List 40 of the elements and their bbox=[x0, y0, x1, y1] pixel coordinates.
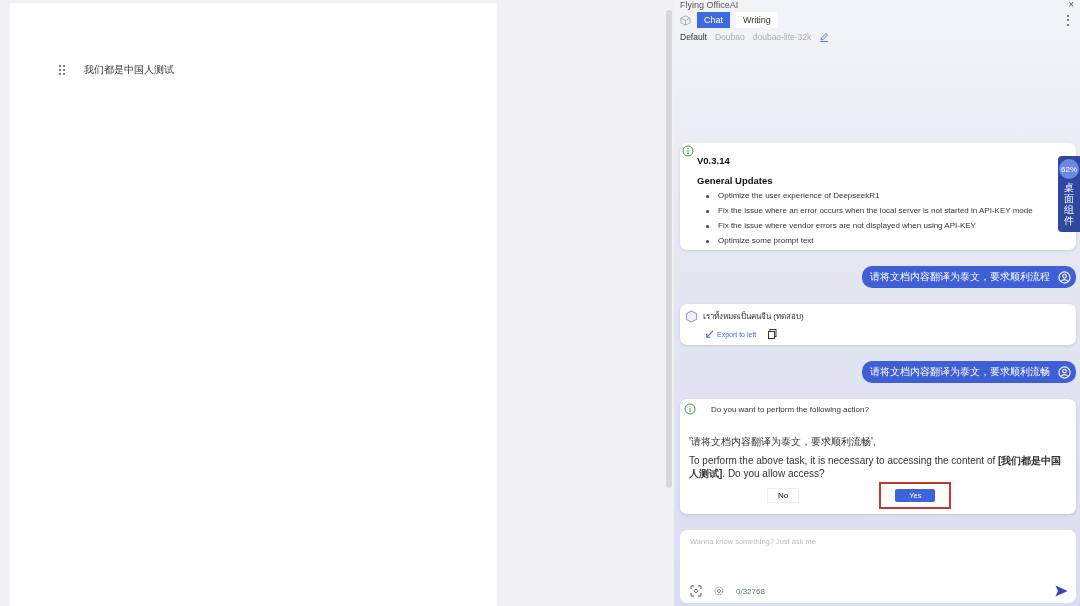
document-text: 我们都是中国人测试 bbox=[84, 63, 174, 77]
send-icon[interactable] bbox=[1055, 585, 1068, 597]
edit-icon[interactable] bbox=[819, 32, 830, 42]
quoted-request: '请将文档内容翻译为泰文，要求顺利流畅', bbox=[688, 435, 877, 449]
desktop-widget[interactable]: 62% 桌面组件 bbox=[1058, 156, 1080, 232]
message-text: 请将文档内容翻译为泰文，要求顺利流程 bbox=[870, 270, 1050, 284]
confirm-text: To perform the above task, it is necessary to accessing the content of [我们都是中国人测试]. Do you allow access? bbox=[688, 454, 1063, 480]
bot-avatar-icon bbox=[685, 310, 698, 323]
section-heading: General Updates bbox=[697, 175, 774, 186]
confirm-question: Do you want to perform the following action? bbox=[711, 404, 869, 414]
preset-label[interactable]: Default bbox=[680, 32, 707, 42]
character-counter: 0/32768 bbox=[736, 586, 765, 596]
bullet-icon bbox=[706, 209, 709, 213]
bullet-icon bbox=[706, 224, 709, 228]
update-item: Fix the issue where vendor errors are not displayed when using API-KEY bbox=[718, 221, 976, 231]
tab[interactable]: Chat bbox=[697, 12, 730, 28]
widget-label: 桌面组件 bbox=[1064, 182, 1074, 226]
more-icon[interactable]: ⋮ bbox=[1062, 13, 1074, 27]
update-item: Optimize some prompt text bbox=[718, 236, 814, 246]
percent-badge: 62% bbox=[1059, 159, 1079, 179]
copy-icon[interactable] bbox=[768, 329, 778, 339]
message-text: เราทั้งหมดเป็นคนจีน (ทดสอบ) bbox=[703, 310, 804, 323]
info-icon bbox=[684, 403, 696, 415]
screenshot-icon[interactable] bbox=[690, 585, 702, 597]
drag-handle-icon[interactable] bbox=[58, 64, 66, 76]
bullet-icon bbox=[706, 194, 709, 198]
update-item: Optimize the user experience of DeepseekR1 bbox=[718, 191, 880, 201]
update-item: Fix the issue where an error occurs when the local server is not started in API-KEY mode bbox=[718, 206, 1033, 216]
version-title: V0.3.14 bbox=[697, 155, 731, 166]
tab[interactable]: Writing bbox=[736, 12, 778, 28]
bullet-icon bbox=[706, 239, 709, 243]
settings-icon[interactable] bbox=[714, 586, 724, 596]
panel-title: Flying OfficeAI bbox=[680, 0, 739, 10]
info-icon bbox=[682, 145, 694, 157]
export-icon bbox=[705, 329, 714, 339]
user-avatar-icon bbox=[1058, 365, 1071, 379]
message-text: 请将文档内容翻译为泰文，要求顺利流畅 bbox=[870, 365, 1050, 379]
no-button[interactable]: No bbox=[767, 488, 800, 503]
user-avatar-icon bbox=[1058, 270, 1071, 284]
close-icon[interactable]: × bbox=[1068, 0, 1074, 9]
